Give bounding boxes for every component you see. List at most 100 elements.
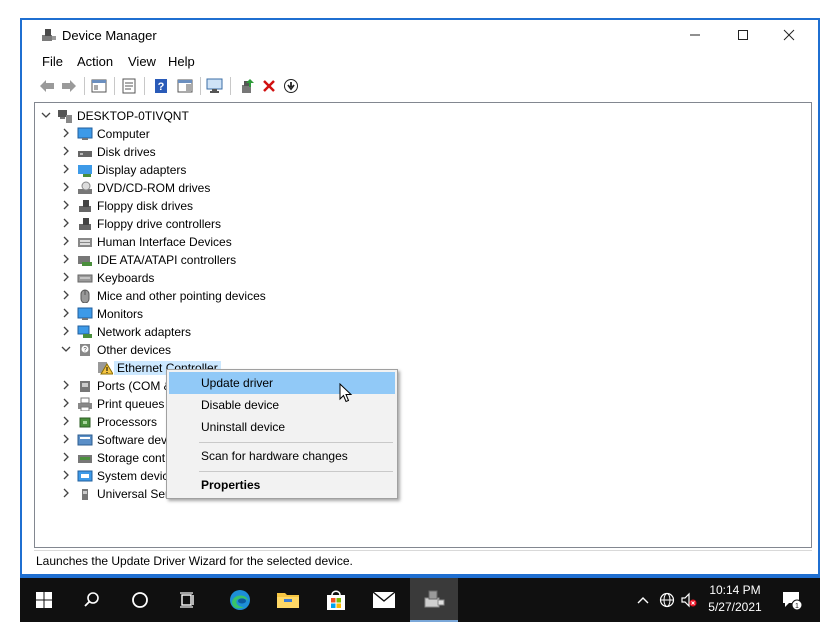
toolbar: ?	[22, 74, 818, 98]
tree-category-universal-ser[interactable]: Universal Ser	[35, 485, 811, 503]
computer-icon	[57, 109, 73, 123]
start-button[interactable]	[20, 578, 68, 622]
scan-hardware-label: Scan for hardware changes	[201, 449, 348, 463]
chevron-right-icon[interactable]	[61, 290, 71, 302]
cortana-button[interactable]	[116, 578, 164, 622]
chevron-right-icon[interactable]	[61, 380, 71, 392]
tree-category-other-devices[interactable]: ? Other devices	[35, 341, 811, 359]
chevron-right-icon[interactable]	[61, 452, 71, 464]
svg-text:?: ?	[158, 81, 165, 93]
scan-hardware-menu-item[interactable]: Scan for hardware changes	[169, 445, 395, 467]
chevron-right-icon[interactable]	[61, 146, 71, 158]
tree-category-software-dev[interactable]: Software dev	[35, 431, 811, 449]
chevron-right-icon[interactable]	[61, 308, 71, 320]
tree-category-floppy-drive-controllers[interactable]: Floppy drive controllers	[35, 215, 811, 233]
update-driver-menu-item[interactable]: Update driver	[169, 372, 395, 394]
minimize-button[interactable]	[672, 20, 718, 50]
chevron-down-icon[interactable]	[61, 344, 71, 356]
tree-category-storage-cont[interactable]: Storage cont	[35, 449, 811, 467]
show-action-pane-button[interactable]	[176, 77, 194, 95]
menu-file[interactable]: File	[42, 54, 63, 69]
chevron-right-icon[interactable]	[61, 434, 71, 446]
file-explorer-icon	[277, 593, 299, 608]
tree-category-display-adapters[interactable]: Display adapters	[35, 161, 811, 179]
chevron-right-icon[interactable]	[61, 236, 71, 248]
tree-category-system-devic[interactable]: System devic	[35, 467, 811, 485]
tree-category-network-adapters[interactable]: Network adapters	[35, 323, 811, 341]
properties-menu-item[interactable]: Properties	[169, 474, 395, 496]
tree-category-ports-com[interactable]: Ports (COM &	[35, 377, 811, 395]
action-center-button[interactable]: 1	[772, 578, 812, 622]
back-button[interactable]	[38, 77, 56, 95]
tree-category-dvd-cd-rom-drives[interactable]: DVD/CD-ROM drives	[35, 179, 811, 197]
clock[interactable]: 10:14 PM 5/27/2021	[700, 582, 770, 616]
menu-help[interactable]: Help	[168, 54, 195, 69]
show-hide-console-tree-button[interactable]	[90, 77, 108, 95]
update-driver-button[interactable]	[238, 77, 256, 95]
network-button[interactable]	[656, 578, 678, 622]
chevron-right-icon[interactable]	[61, 254, 71, 266]
close-button[interactable]	[766, 20, 812, 50]
chevron-right-icon[interactable]	[61, 200, 71, 212]
tree-item-label: Disk drives	[97, 145, 156, 159]
show-hidden-icons-button[interactable]	[632, 578, 654, 622]
tree-category-monitors[interactable]: Monitors	[35, 305, 811, 323]
edge-button[interactable]	[216, 578, 264, 622]
tree-item-label: Other devices	[97, 343, 172, 357]
maximize-button[interactable]	[720, 20, 766, 50]
title-bar[interactable]: Device Manager	[22, 20, 818, 50]
chevron-right-icon[interactable]	[61, 326, 71, 338]
device-tree[interactable]: DESKTOP-0TIVQNT Computer Disk drives Displa…	[34, 102, 812, 548]
chevron-right-icon[interactable]	[61, 272, 71, 284]
chevron-right-icon[interactable]	[61, 164, 71, 176]
volume-button[interactable]	[678, 578, 700, 622]
task-view-button[interactable]	[164, 578, 212, 622]
uninstall-device-menu-item[interactable]: Uninstall device	[169, 416, 395, 438]
task-view-icon	[180, 592, 194, 608]
search-button[interactable]	[68, 578, 116, 622]
tree-device-ethernet-controller[interactable]: Ethernet Controller	[35, 359, 811, 377]
store-button[interactable]	[312, 578, 360, 622]
tree-item-label: DESKTOP-0TIVQNT	[77, 109, 189, 123]
forward-button[interactable]	[60, 77, 78, 95]
device-manager-taskbar-button[interactable]	[410, 578, 458, 622]
menu-action[interactable]: Action	[77, 54, 113, 69]
processor-icon	[77, 415, 93, 429]
tree-root-computer[interactable]: DESKTOP-0TIVQNT	[35, 107, 811, 125]
mail-button[interactable]	[360, 578, 408, 622]
chevron-right-icon[interactable]	[61, 488, 71, 500]
chevron-down-icon[interactable]	[41, 110, 51, 122]
tree-category-computer[interactable]: Computer	[35, 125, 811, 143]
tree-category-mice-and-other-pointing-devices[interactable]: Mice and other pointing devices	[35, 287, 811, 305]
tree-category-floppy-disk-drives[interactable]: Floppy disk drives	[35, 197, 811, 215]
uninstall-device-label: Uninstall device	[201, 420, 286, 434]
help-button[interactable]: ?	[152, 77, 170, 95]
disable-device-menu-item[interactable]: Disable device	[169, 394, 395, 416]
tree-category-disk-drives[interactable]: Disk drives	[35, 143, 811, 161]
toolbar-separator	[200, 77, 201, 95]
tree-item-label: Software dev	[97, 433, 168, 447]
file-explorer-button[interactable]	[264, 578, 312, 622]
tree-category-human-interface-devices[interactable]: Human Interface Devices	[35, 233, 811, 251]
tree-category-processors[interactable]: Processors	[35, 413, 811, 431]
show-action-pane-icon	[177, 79, 193, 93]
port-icon	[77, 379, 93, 393]
tree-category-print-queues[interactable]: Print queues	[35, 395, 811, 413]
chevron-right-icon[interactable]	[61, 182, 71, 194]
chevron-right-icon[interactable]	[61, 128, 71, 140]
properties-button[interactable]	[120, 77, 138, 95]
tree-category-ide-ata-atapi-controllers[interactable]: IDE ATA/ATAPI controllers	[35, 251, 811, 269]
uninstall-device-button[interactable]	[260, 77, 278, 95]
chevron-right-icon[interactable]	[61, 398, 71, 410]
disable-device-button[interactable]	[282, 77, 300, 95]
menu-view[interactable]: View	[128, 54, 156, 69]
mouse-cursor-icon	[339, 383, 353, 403]
mouse-icon	[77, 289, 93, 304]
chevron-right-icon[interactable]	[61, 416, 71, 428]
chevron-right-icon[interactable]	[61, 218, 71, 230]
scan-hardware-changes-button[interactable]	[206, 77, 224, 95]
chevron-right-icon[interactable]	[61, 470, 71, 482]
tree-category-keyboards[interactable]: Keyboards	[35, 269, 811, 287]
context-menu: Update driver Disable device Uninstall d…	[166, 369, 398, 499]
tree-item-label: Universal Ser	[97, 487, 170, 501]
